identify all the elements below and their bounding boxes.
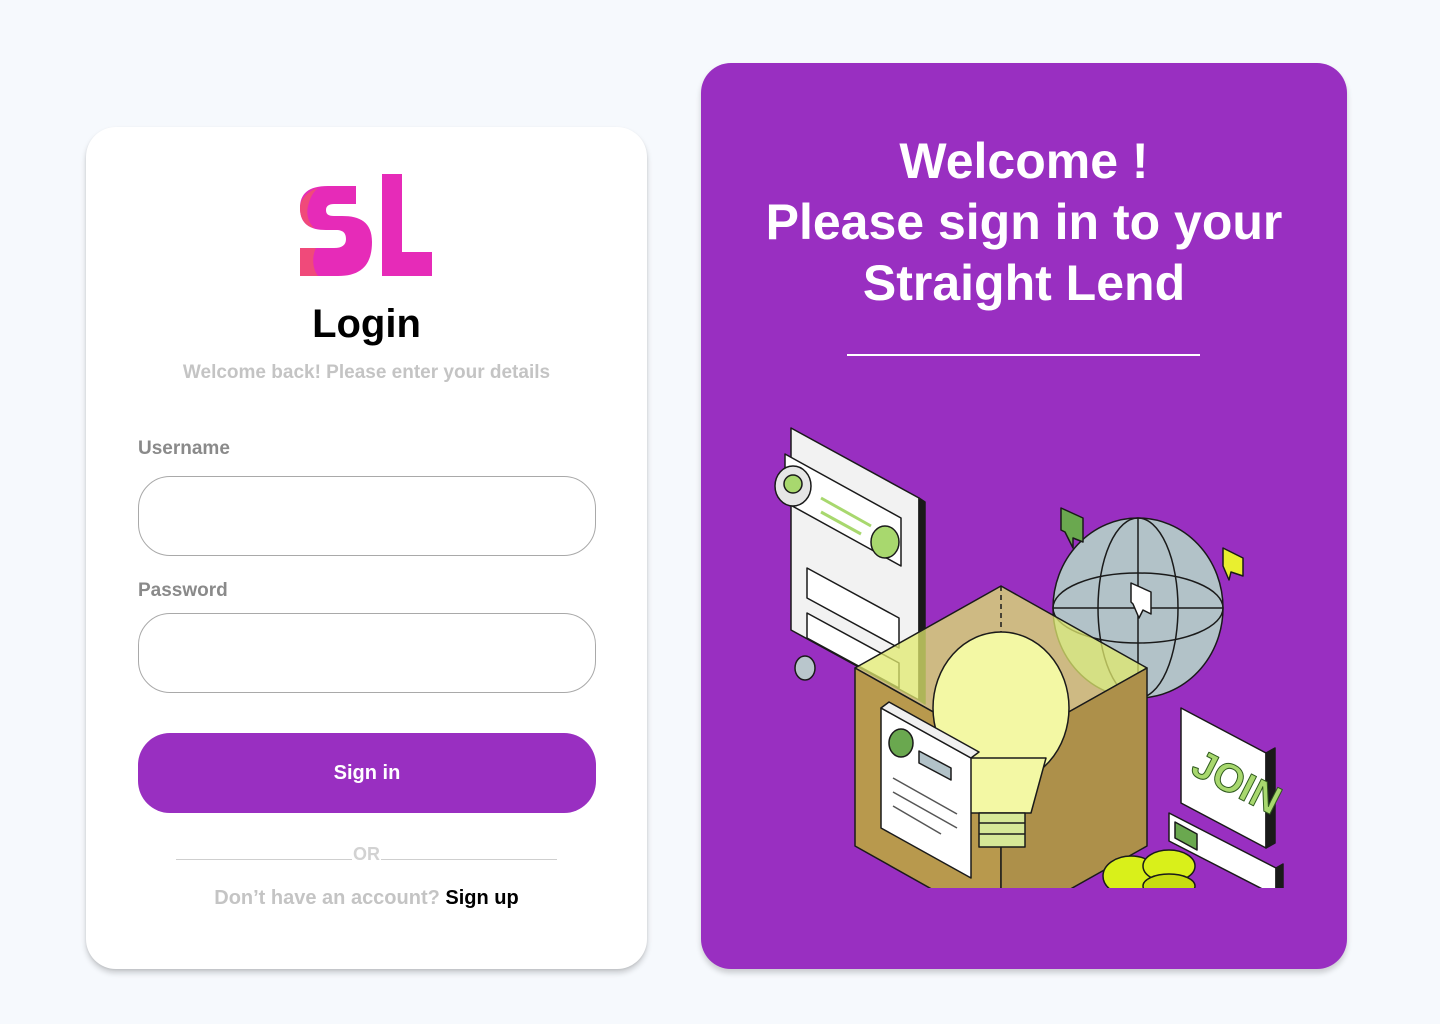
straight-lend-logo — [300, 174, 432, 276]
password-label: Password — [138, 580, 228, 601]
sign-in-button[interactable]: Sign in — [138, 733, 596, 813]
or-divider: OR — [176, 839, 557, 863]
login-subtitle: Welcome back! Please enter your details — [182, 362, 551, 383]
username-input[interactable] — [138, 476, 596, 556]
promo-divider — [847, 354, 1200, 356]
promo-heading: Welcome ! Please sign in to your Straigh… — [701, 131, 1347, 314]
or-line-right — [381, 859, 557, 860]
signup-prompt: Don’t have an account? — [214, 887, 440, 909]
signup-row: Don’t have an account? Sign up — [86, 887, 647, 910]
promo-panel: Welcome ! Please sign in to your Straigh… — [701, 63, 1347, 969]
login-card: Login Welcome back! Please enter your de… — [86, 127, 647, 969]
or-text: OR — [353, 844, 380, 864]
login-title: Login — [312, 302, 421, 346]
promo-line-3: Straight Lend — [862, 255, 1186, 311]
promo-line-1: Welcome ! — [899, 133, 1149, 189]
sign-up-link[interactable]: Sign up — [445, 887, 518, 909]
password-input[interactable] — [138, 613, 596, 693]
or-line-left — [176, 859, 352, 860]
promo-line-2: Please sign in to your — [765, 194, 1283, 250]
username-label: Username — [138, 438, 230, 459]
lending-illustration: JOIN — [774, 427, 1289, 888]
